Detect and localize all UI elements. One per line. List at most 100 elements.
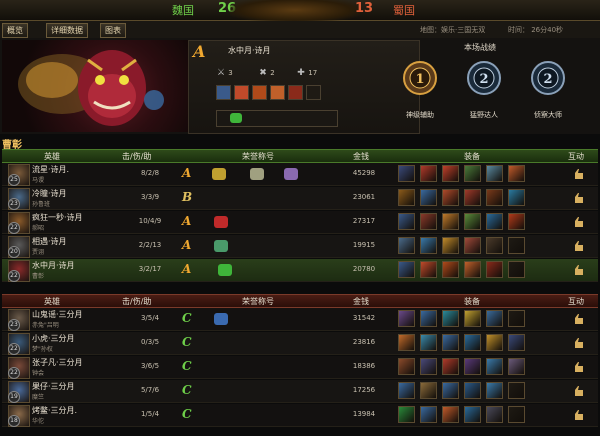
player-row[interactable]: 22 小虎·三分月 梦"孙权 0/3/5 C 23816 xyxy=(2,332,598,355)
equip-slot[interactable] xyxy=(306,85,321,100)
thumbs-up-icon[interactable] xyxy=(572,384,586,398)
thumbs-up-icon[interactable] xyxy=(572,312,586,326)
equipment-item-icon[interactable] xyxy=(420,382,437,399)
player-row[interactable]: 23 冷瞳·诗月 孙鲁班 3/3/9 B 23061 xyxy=(2,187,598,210)
equipment-item-icon[interactable] xyxy=(508,406,525,423)
player-row[interactable]: 25 流星·诗月. 马谡 8/2/8 A 45298 xyxy=(2,163,598,186)
grade-value: C xyxy=(182,335,192,349)
equipment-item-icon[interactable] xyxy=(464,334,481,351)
equipment-item-icon[interactable] xyxy=(486,189,503,206)
equipment-item-icon[interactable] xyxy=(420,189,437,206)
equipment-item-icon[interactable] xyxy=(508,310,525,327)
equipment-item-icon[interactable] xyxy=(486,358,503,375)
equipment-item-icon[interactable] xyxy=(442,189,459,206)
thumbs-up-icon[interactable] xyxy=(572,191,586,205)
hero-name: 贾诩 xyxy=(32,249,45,256)
equipment-item-icon[interactable] xyxy=(398,382,415,399)
equipment-item-icon[interactable] xyxy=(420,165,437,182)
equipment-item-icon[interactable] xyxy=(486,334,503,351)
equipment-item-icon[interactable] xyxy=(442,261,459,278)
gold-value: 31542 xyxy=(352,314,376,322)
equipment-item-icon[interactable] xyxy=(508,189,525,206)
equipment-item-icon[interactable] xyxy=(420,237,437,254)
equipment-item-icon[interactable] xyxy=(398,237,415,254)
equipment-item-icon[interactable] xyxy=(442,406,459,423)
player-row[interactable]: 22 疯狂一秒·诗月 郝昭 10/4/9 A 27317 xyxy=(2,211,598,234)
equipment-item-icon[interactable] xyxy=(398,213,415,230)
equipment-item-icon[interactable] xyxy=(420,261,437,278)
equipment-item-icon[interactable] xyxy=(398,406,415,423)
hero-name: 曹彰 xyxy=(32,273,45,280)
col-hero: 英雄 xyxy=(44,152,60,161)
equipment-item-icon[interactable] xyxy=(420,358,437,375)
equipment-item-icon[interactable] xyxy=(508,165,525,182)
equipment-item-icon[interactable] xyxy=(442,382,459,399)
thumbs-up-icon[interactable] xyxy=(572,360,586,374)
equipment-item-icon[interactable] xyxy=(486,213,503,230)
hero-grade: A xyxy=(193,42,206,61)
player-row[interactable]: 22 张子凡·三分月 钟会 3/6/5 C 18386 xyxy=(2,356,598,379)
medal-scout-num: 2 xyxy=(543,72,552,87)
kda-value: 1/5/4 xyxy=(140,410,160,418)
grade-value: A xyxy=(182,166,192,180)
equipment-item-icon[interactable] xyxy=(486,165,503,182)
equipment-item-icon[interactable] xyxy=(464,165,481,182)
equipment-item-icon[interactable] xyxy=(486,237,503,254)
equipment-item-icon[interactable] xyxy=(508,261,525,278)
equipment-item-icon[interactable] xyxy=(398,310,415,327)
equipment-item-icon[interactable] xyxy=(464,261,481,278)
equipment-item-icon[interactable] xyxy=(486,310,503,327)
hero-name: 华佗 xyxy=(32,418,45,425)
tab-charts[interactable]: 图表 xyxy=(100,23,126,38)
equipment-item-icon[interactable] xyxy=(486,261,503,278)
player-row[interactable]: 22 水中月·诗月 曹彰 3/2/17 A 20780 xyxy=(2,259,598,282)
equip-slot[interactable] xyxy=(216,85,231,100)
equipment-item-icon[interactable] xyxy=(442,358,459,375)
player-row[interactable]: 23 山鬼谣·三分月 赤兔"吕明 3/5/4 C 31542 xyxy=(2,308,598,331)
thumbs-up-icon[interactable] xyxy=(572,408,586,422)
equipment-item-icon[interactable] xyxy=(464,406,481,423)
equipment-item-icon[interactable] xyxy=(398,189,415,206)
tab-details[interactable]: 详细数据 xyxy=(46,23,88,38)
thumbs-up-icon[interactable] xyxy=(572,167,586,181)
equipment-item-icon[interactable] xyxy=(508,358,525,375)
equipment-item-icon[interactable] xyxy=(464,382,481,399)
equipment-item-icon[interactable] xyxy=(486,382,503,399)
equip-slot[interactable] xyxy=(270,85,285,100)
tab-overview[interactable]: 概览 xyxy=(2,23,28,38)
thumbs-up-icon[interactable] xyxy=(572,239,586,253)
equipment-item-icon[interactable] xyxy=(464,310,481,327)
equipment-item-icon[interactable] xyxy=(464,213,481,230)
equipment-item-icon[interactable] xyxy=(508,213,525,230)
equip-slot[interactable] xyxy=(234,85,249,100)
equipment-item-icon[interactable] xyxy=(464,189,481,206)
player-row[interactable]: 20 相遇·诗月 贾诩 2/2/13 A 19915 xyxy=(2,235,598,258)
equipment-item-icon[interactable] xyxy=(442,310,459,327)
thumbs-up-icon[interactable] xyxy=(572,215,586,229)
equipment-item-icon[interactable] xyxy=(464,237,481,254)
equipment-item-icon[interactable] xyxy=(508,382,525,399)
equipment-item-icon[interactable] xyxy=(398,358,415,375)
thumbs-up-icon[interactable] xyxy=(572,263,586,277)
gold-value: 18386 xyxy=(352,362,376,370)
equipment-item-icon[interactable] xyxy=(420,310,437,327)
equipment-item-icon[interactable] xyxy=(398,165,415,182)
equipment-item-icon[interactable] xyxy=(442,165,459,182)
equipment-item-icon[interactable] xyxy=(442,334,459,351)
equip-slot[interactable] xyxy=(252,85,267,100)
equipment-item-icon[interactable] xyxy=(464,358,481,375)
equipment-item-icon[interactable] xyxy=(442,213,459,230)
equipment-item-icon[interactable] xyxy=(486,406,503,423)
equipment-item-icon[interactable] xyxy=(420,213,437,230)
player-row[interactable]: 18 烤鳖·三分月. 华佗 1/5/4 C 13984 xyxy=(2,404,598,427)
equipment-item-icon[interactable] xyxy=(508,237,525,254)
equipment-item-icon[interactable] xyxy=(508,334,525,351)
equipment-item-icon[interactable] xyxy=(420,334,437,351)
thumbs-up-icon[interactable] xyxy=(572,336,586,350)
equipment-item-icon[interactable] xyxy=(420,406,437,423)
equipment-item-icon[interactable] xyxy=(442,237,459,254)
equipment-item-icon[interactable] xyxy=(398,334,415,351)
equip-slot[interactable] xyxy=(288,85,303,100)
player-row[interactable]: 19 果仔·三分月 糜竺 5/7/6 C 17256 xyxy=(2,380,598,403)
equipment-item-icon[interactable] xyxy=(398,261,415,278)
